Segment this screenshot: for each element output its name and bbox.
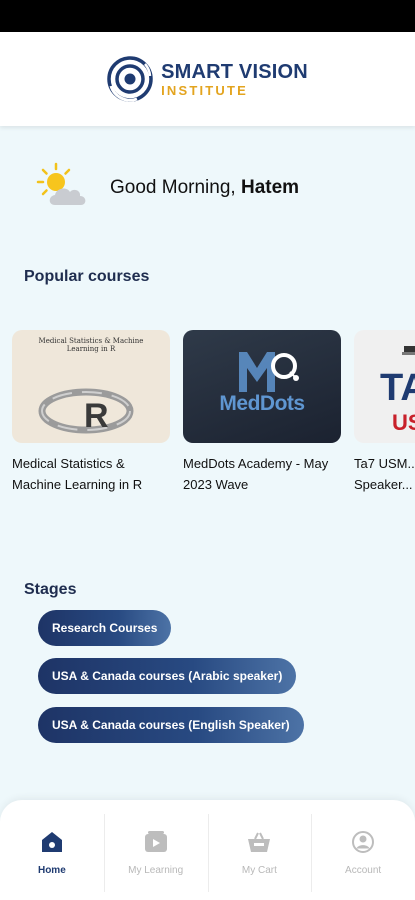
nav-home-label: Home [37, 865, 66, 876]
logo: SMART VISION INSTITUTE [107, 56, 308, 102]
nav-my-cart-label: My Cart [241, 865, 277, 876]
course-thumb-title: Medical Statistics & Machine Learning in… [38, 337, 144, 353]
user-name: Hatem [240, 176, 300, 198]
stage-usa-canada-english[interactable]: USA & Canada courses (English Speaker) [38, 707, 304, 743]
nav-my-cart[interactable]: My Cart [207, 800, 312, 900]
popular-courses-title: Popular courses [24, 268, 150, 285]
status-bar [0, 0, 415, 32]
course-title[interactable]: Medical Statistics & Machine Learning in… [12, 453, 170, 495]
stages-title: Stages [24, 581, 77, 598]
greeting-prefix: Good Morning, [110, 176, 241, 198]
course-title[interactable]: Ta7 USM... subjects... Speaker... [354, 453, 415, 495]
bottom-nav: Home My Learning My Cart Account [0, 800, 415, 900]
r-logo-icon: R [38, 388, 134, 435]
nav-account[interactable]: Account [311, 800, 415, 900]
account-icon [351, 830, 375, 859]
logo-title: SMART VISION [161, 60, 308, 83]
video-library-icon [144, 830, 168, 859]
course-card[interactable]: MedDots MedDots Academy - May 2023 Wave [183, 330, 341, 495]
svg-text:TA: TA [380, 367, 415, 409]
app-header: SMART VISION INSTITUTE [0, 32, 415, 126]
greeting-text: Good Morning, Hatem [110, 177, 299, 199]
course-thumbnail[interactable]: TA US [354, 330, 415, 443]
nav-account-label: Account [345, 865, 382, 876]
nav-home[interactable]: Home [0, 800, 104, 900]
meddots-logo-icon [239, 352, 299, 392]
course-title[interactable]: MedDots Academy - May 2023 Wave [183, 453, 341, 495]
logo-mark-icon [107, 56, 153, 102]
logo-subtitle: INSTITUTE [161, 82, 249, 98]
stage-usa-canada-arabic[interactable]: USA & Canada courses (Arabic speaker) [38, 658, 297, 694]
course-card[interactable]: TA US Ta7 USM... subjects... Speaker... [354, 330, 415, 495]
greeting: Good Morning, Hatem [36, 162, 299, 213]
course-thumb-brand: MedDots [219, 392, 305, 415]
svg-text:R: R [84, 397, 109, 435]
course-card[interactable]: Medical Statistics & Machine Learning in… [12, 330, 170, 495]
basket-icon [247, 830, 271, 859]
nav-my-learning[interactable]: My Learning [103, 800, 208, 900]
home-icon [40, 830, 64, 859]
nav-my-learning-label: My Learning [128, 865, 184, 876]
course-thumbnail[interactable]: Medical Statistics & Machine Learning in… [12, 330, 170, 443]
partly-cloudy-icon [36, 162, 94, 213]
stage-research-courses[interactable]: Research Courses [38, 610, 172, 646]
svg-text:US: US [392, 410, 415, 435]
ta7-logo-icon: TA US [380, 346, 415, 435]
course-thumbnail[interactable]: MedDots [183, 330, 341, 443]
